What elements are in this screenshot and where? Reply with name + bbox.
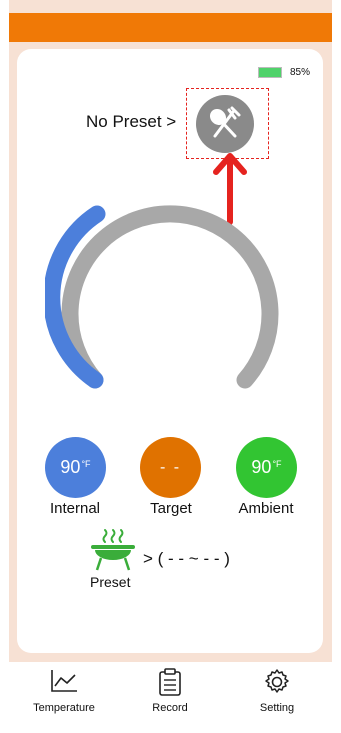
highlight-box bbox=[186, 88, 269, 159]
nav-temperature[interactable]: Temperature bbox=[14, 662, 114, 720]
nav-record-label: Record bbox=[152, 702, 188, 714]
internal-temp-unit: °F bbox=[81, 458, 91, 469]
internal-label: Internal bbox=[49, 500, 101, 517]
battery-icon bbox=[258, 67, 282, 78]
gear-icon bbox=[265, 669, 289, 693]
nav-record[interactable]: Record bbox=[120, 662, 220, 720]
nav-setting[interactable]: Setting bbox=[227, 662, 327, 720]
nav-setting-label: Setting bbox=[259, 702, 295, 714]
target-temp-circle[interactable]: - - bbox=[140, 437, 201, 498]
ambient-temp-unit: °F bbox=[272, 458, 282, 469]
no-preset-label[interactable]: No Preset > bbox=[86, 112, 176, 132]
target-label: Target bbox=[150, 500, 192, 517]
top-bar bbox=[9, 13, 332, 42]
internal-temp-value: 90 bbox=[60, 457, 81, 477]
ambient-label: Ambient bbox=[238, 500, 294, 517]
temperature-gauge bbox=[45, 205, 279, 389]
ambient-temp-circle: 90 °F bbox=[236, 437, 297, 498]
battery-percent: 85% bbox=[290, 67, 311, 78]
target-temp-value: - - bbox=[159, 458, 182, 476]
ambient-temp-value: 90 bbox=[251, 457, 272, 477]
preset-range-text[interactable]: > ( - - ~ - - ) bbox=[143, 549, 230, 569]
nav-temperature-label: Temperature bbox=[33, 702, 95, 714]
clipboard-icon bbox=[159, 668, 181, 696]
preset-label: Preset bbox=[90, 574, 131, 590]
internal-temp-circle: 90 °F bbox=[45, 437, 106, 498]
gauge-track bbox=[61, 205, 279, 389]
bottom-nav: Temperature Record Setting bbox=[9, 662, 332, 720]
grill-icon[interactable] bbox=[87, 528, 139, 572]
chart-line-icon bbox=[51, 670, 77, 692]
